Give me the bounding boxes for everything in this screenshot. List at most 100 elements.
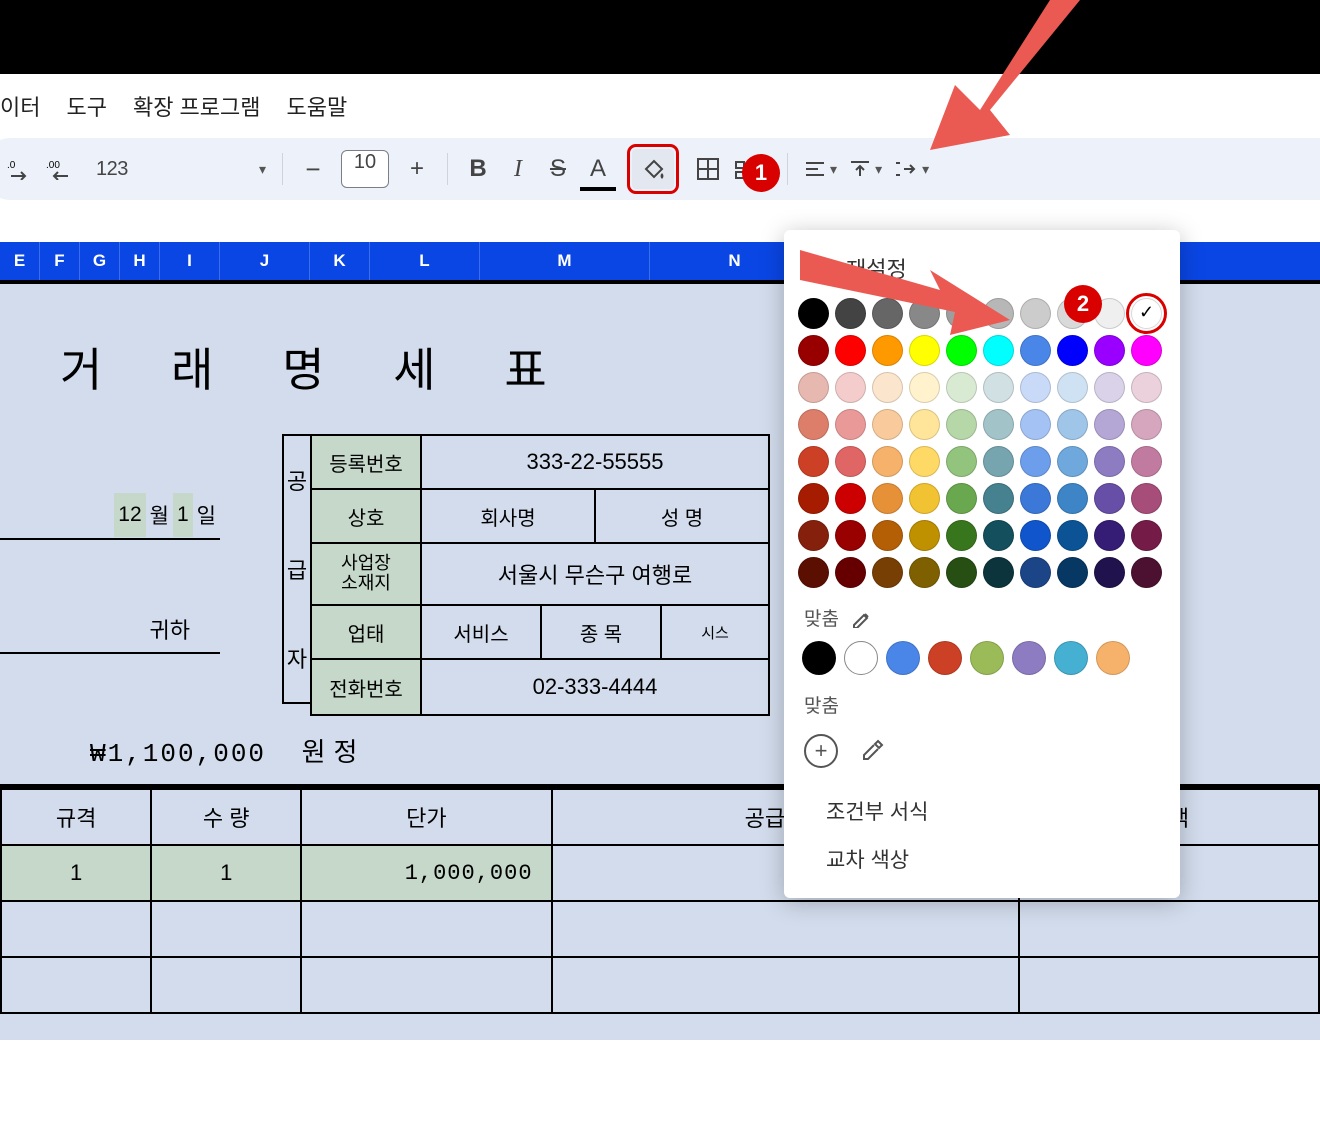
color-swatch[interactable] bbox=[946, 557, 977, 588]
col-header[interactable]: G bbox=[80, 242, 120, 280]
custom-color-swatch[interactable] bbox=[844, 641, 878, 675]
color-swatch[interactable] bbox=[1057, 520, 1088, 551]
color-swatch[interactable] bbox=[798, 520, 829, 551]
color-swatch[interactable] bbox=[1131, 446, 1162, 477]
strikethrough-button[interactable]: S bbox=[538, 149, 578, 189]
color-swatch[interactable] bbox=[946, 409, 977, 440]
cell[interactable] bbox=[552, 957, 1019, 1013]
alternating-colors-link[interactable]: 교차 색상 bbox=[826, 844, 1138, 874]
color-swatch[interactable] bbox=[872, 520, 903, 551]
color-swatch[interactable] bbox=[983, 372, 1014, 403]
color-swatch[interactable] bbox=[1020, 372, 1051, 403]
custom-color-swatch[interactable] bbox=[970, 641, 1004, 675]
cell[interactable] bbox=[1, 901, 151, 957]
color-swatch[interactable] bbox=[1131, 483, 1162, 514]
color-swatch[interactable] bbox=[983, 446, 1014, 477]
color-swatch[interactable] bbox=[835, 557, 866, 588]
color-swatch[interactable] bbox=[909, 557, 940, 588]
color-swatch[interactable] bbox=[946, 372, 977, 403]
col-header[interactable]: L bbox=[370, 242, 480, 280]
add-custom-color-button[interactable]: + bbox=[804, 734, 838, 768]
cell[interactable] bbox=[1019, 901, 1319, 957]
color-swatch[interactable] bbox=[835, 446, 866, 477]
menu-item[interactable]: 도움말 bbox=[287, 90, 348, 122]
color-swatch[interactable] bbox=[946, 446, 977, 477]
color-swatch[interactable] bbox=[1094, 446, 1125, 477]
color-swatch[interactable] bbox=[1020, 446, 1051, 477]
color-swatch[interactable] bbox=[835, 483, 866, 514]
cell[interactable] bbox=[301, 957, 551, 1013]
color-swatch[interactable] bbox=[1094, 483, 1125, 514]
color-swatch[interactable] bbox=[835, 520, 866, 551]
color-swatch[interactable] bbox=[1020, 483, 1051, 514]
col-header[interactable]: K bbox=[310, 242, 370, 280]
bold-button[interactable]: B bbox=[458, 149, 498, 189]
fill-color-button[interactable] bbox=[632, 149, 674, 189]
color-swatch[interactable] bbox=[1057, 557, 1088, 588]
color-swatch[interactable] bbox=[798, 409, 829, 440]
color-swatch[interactable] bbox=[1131, 520, 1162, 551]
color-swatch[interactable] bbox=[1131, 372, 1162, 403]
color-swatch[interactable] bbox=[909, 483, 940, 514]
color-swatch[interactable] bbox=[983, 557, 1014, 588]
cell[interactable] bbox=[151, 957, 301, 1013]
color-swatch[interactable] bbox=[1057, 483, 1088, 514]
col-header[interactable]: E bbox=[0, 242, 40, 280]
color-swatch[interactable] bbox=[798, 446, 829, 477]
custom-color-swatch[interactable] bbox=[1054, 641, 1088, 675]
cell[interactable]: 1 bbox=[151, 845, 301, 901]
increase-font-button[interactable]: + bbox=[397, 149, 437, 189]
font-size-input[interactable]: 10 bbox=[341, 150, 389, 188]
color-swatch[interactable] bbox=[909, 372, 940, 403]
color-swatch[interactable] bbox=[798, 372, 829, 403]
color-swatch[interactable] bbox=[1131, 298, 1162, 329]
color-swatch[interactable] bbox=[1020, 520, 1051, 551]
cell[interactable] bbox=[552, 901, 1019, 957]
color-swatch[interactable] bbox=[835, 372, 866, 403]
custom-color-swatch[interactable] bbox=[802, 641, 836, 675]
number-format-dropdown[interactable]: 123 bbox=[82, 149, 272, 189]
color-swatch[interactable] bbox=[1094, 520, 1125, 551]
decrease-decimal-button[interactable]: .0 bbox=[0, 149, 40, 189]
custom-color-swatch[interactable] bbox=[928, 641, 962, 675]
cell[interactable] bbox=[151, 901, 301, 957]
color-swatch[interactable] bbox=[1094, 557, 1125, 588]
conditional-formatting-link[interactable]: 조건부 서식 bbox=[826, 796, 1138, 826]
pencil-icon[interactable] bbox=[851, 608, 871, 628]
color-swatch[interactable] bbox=[1094, 409, 1125, 440]
color-swatch[interactable] bbox=[1020, 557, 1051, 588]
color-swatch[interactable] bbox=[872, 483, 903, 514]
color-swatch[interactable] bbox=[983, 483, 1014, 514]
color-swatch[interactable] bbox=[872, 409, 903, 440]
color-swatch[interactable] bbox=[909, 446, 940, 477]
col-header[interactable]: M bbox=[480, 242, 650, 280]
color-swatch[interactable] bbox=[1057, 409, 1088, 440]
color-swatch[interactable] bbox=[1057, 446, 1088, 477]
color-swatch[interactable] bbox=[909, 520, 940, 551]
horizontal-align-button[interactable] bbox=[798, 149, 843, 189]
color-swatch[interactable] bbox=[983, 409, 1014, 440]
cell[interactable]: 1,000,000 bbox=[301, 845, 551, 901]
cell[interactable] bbox=[301, 901, 551, 957]
color-swatch[interactable] bbox=[798, 483, 829, 514]
color-swatch[interactable] bbox=[872, 557, 903, 588]
color-swatch[interactable] bbox=[1057, 335, 1088, 366]
menu-item[interactable]: 이터 bbox=[0, 90, 40, 122]
custom-color-swatch[interactable] bbox=[886, 641, 920, 675]
custom-color-swatch[interactable] bbox=[1096, 641, 1130, 675]
cell[interactable] bbox=[1019, 957, 1319, 1013]
color-swatch[interactable] bbox=[1020, 409, 1051, 440]
color-swatch[interactable] bbox=[1131, 557, 1162, 588]
col-header[interactable]: I bbox=[160, 242, 220, 280]
color-swatch[interactable] bbox=[909, 409, 940, 440]
col-header[interactable]: H bbox=[120, 242, 160, 280]
cell[interactable] bbox=[1, 957, 151, 1013]
color-swatch[interactable] bbox=[835, 409, 866, 440]
color-swatch[interactable] bbox=[1020, 335, 1051, 366]
color-swatch[interactable] bbox=[946, 483, 977, 514]
color-swatch[interactable] bbox=[872, 446, 903, 477]
borders-button[interactable] bbox=[688, 149, 728, 189]
text-color-button[interactable]: A bbox=[578, 149, 618, 189]
color-swatch[interactable] bbox=[1131, 335, 1162, 366]
color-swatch[interactable] bbox=[1057, 372, 1088, 403]
